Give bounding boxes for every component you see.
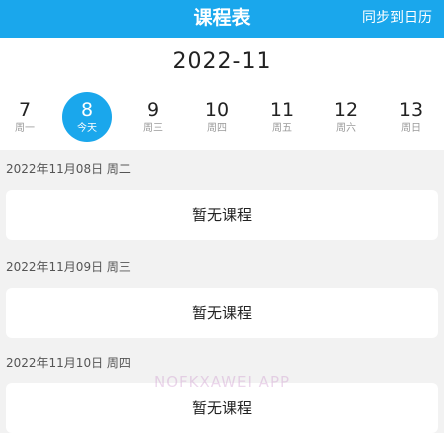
day-number: 12 (333, 99, 359, 121)
day-item-12[interactable]: 12 周六 (321, 96, 371, 142)
day-item-7[interactable]: 7 周一 (0, 96, 50, 142)
sync-to-calendar-button[interactable]: 同步到日历 (362, 8, 432, 28)
day-item-11[interactable]: 11 周五 (257, 96, 307, 142)
day-item-today[interactable]: 8 今天 (62, 92, 112, 142)
month-label: 2022-11 (172, 49, 272, 74)
day-item-13[interactable]: 13 周日 (386, 96, 436, 142)
course-card[interactable]: 暂无课程 (6, 383, 438, 433)
app-header: 课程表 同步到日历 (0, 0, 444, 38)
day-weekday-label: 周三 (143, 123, 163, 134)
day-number: 10 (204, 99, 230, 121)
course-card[interactable]: 暂无课程 (6, 288, 438, 338)
week-row: 7 周一 8 今天 9 周三 10 周四 11 周五 12 周六 13 周日 (0, 92, 444, 142)
section-date-label: 2022年11月08日 周二 (6, 162, 131, 176)
section-date-label: 2022年11月09日 周三 (6, 260, 131, 274)
day-weekday-label: 周六 (336, 123, 356, 134)
section-date-label: 2022年11月10日 周四 (6, 356, 131, 370)
day-number: 13 (398, 99, 424, 121)
day-weekday-label: 今天 (77, 123, 97, 134)
day-number: 8 (80, 99, 94, 121)
course-card[interactable]: 暂无课程 (6, 190, 438, 240)
day-number: 11 (269, 99, 295, 121)
day-number: 9 (146, 99, 160, 121)
day-item-10[interactable]: 10 周四 (192, 96, 242, 142)
week-panel: 2022-11 7 周一 8 今天 9 周三 10 周四 11 周五 12 周六… (0, 38, 444, 150)
day-weekday-label: 周五 (272, 123, 292, 134)
day-item-9[interactable]: 9 周三 (128, 96, 178, 142)
day-number: 7 (18, 99, 32, 121)
day-weekday-label: 周四 (207, 123, 227, 134)
day-weekday-label: 周日 (401, 123, 421, 134)
day-weekday-label: 周一 (15, 123, 35, 134)
